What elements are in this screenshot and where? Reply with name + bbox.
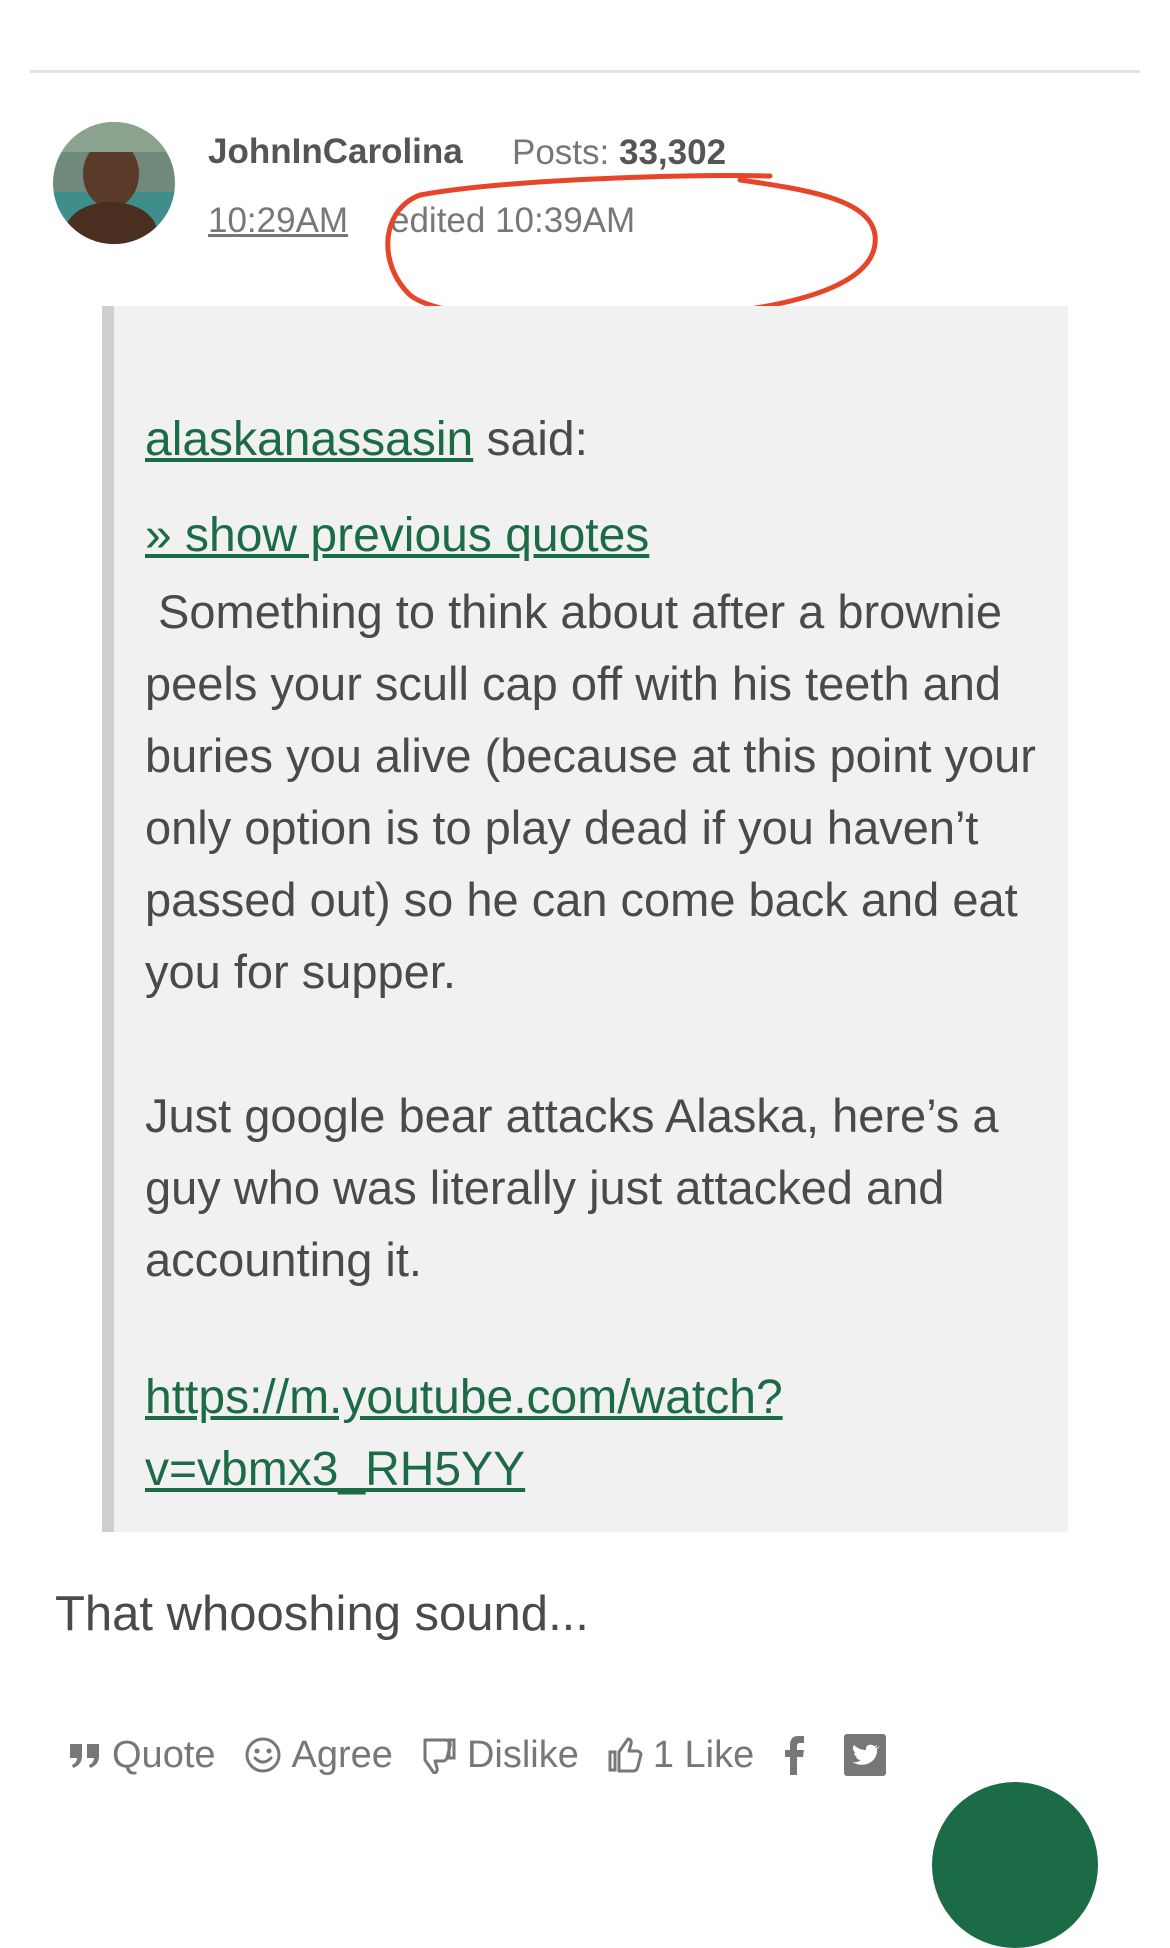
quote-button-label: Quote	[112, 1733, 216, 1776]
post-count: Posts: 33,302	[512, 133, 726, 173]
agree-button-label: Agree	[291, 1733, 393, 1776]
show-previous-quotes-link[interactable]: » show previous quotes	[145, 508, 649, 563]
floating-action-button[interactable]	[932, 1782, 1098, 1948]
smiley-icon	[245, 1737, 281, 1773]
top-divider	[30, 70, 1140, 73]
twitter-icon	[844, 1734, 887, 1776]
thumbs-up-icon	[608, 1737, 643, 1773]
post-author-username[interactable]: JohnInCarolina	[208, 132, 463, 172]
quote-said-label: said:	[473, 413, 588, 466]
quote-attribution: alaskanassasin said:	[145, 412, 588, 467]
quote-icon	[70, 1744, 99, 1768]
facebook-icon	[785, 1736, 805, 1775]
posts-label: Posts:	[512, 133, 610, 172]
dislike-button-label: Dislike	[466, 1733, 579, 1776]
post-action-bar: Quote Agree Dislike 1 Like	[68, 1730, 924, 1780]
edited-timestamp: edited 10:39AM	[390, 201, 636, 240]
avatar-image	[53, 122, 175, 244]
post-timestamp-link[interactable]: 10:29AM	[208, 201, 348, 241]
facebook-share-button[interactable]	[782, 1735, 816, 1775]
dislike-button[interactable]: Dislike	[421, 1734, 579, 1777]
quote-author-link[interactable]: alaskanassasin	[145, 413, 473, 466]
agree-button[interactable]: Agree	[244, 1734, 393, 1777]
twitter-share-button[interactable]	[844, 1734, 896, 1776]
quote-body: Something to think about after a brownie…	[145, 576, 1045, 1296]
reply-body: That whooshing sound...	[55, 1587, 589, 1641]
quote-paragraph: Something to think about after a brownie…	[145, 585, 1036, 998]
quote-button[interactable]: Quote	[68, 1734, 216, 1777]
thumbs-down-icon	[423, 1738, 456, 1774]
posts-count-value: 33,302	[619, 133, 727, 172]
like-button[interactable]: 1 Like	[607, 1734, 754, 1777]
like-count-label: 1 Like	[652, 1733, 755, 1776]
youtube-link[interactable]: https://m.youtube.com/watch?v=vbmx3_RH5Y…	[145, 1362, 1025, 1506]
quote-paragraph: Just google bear attacks Alaska, here’s …	[145, 1089, 999, 1286]
user-avatar[interactable]	[53, 122, 175, 244]
